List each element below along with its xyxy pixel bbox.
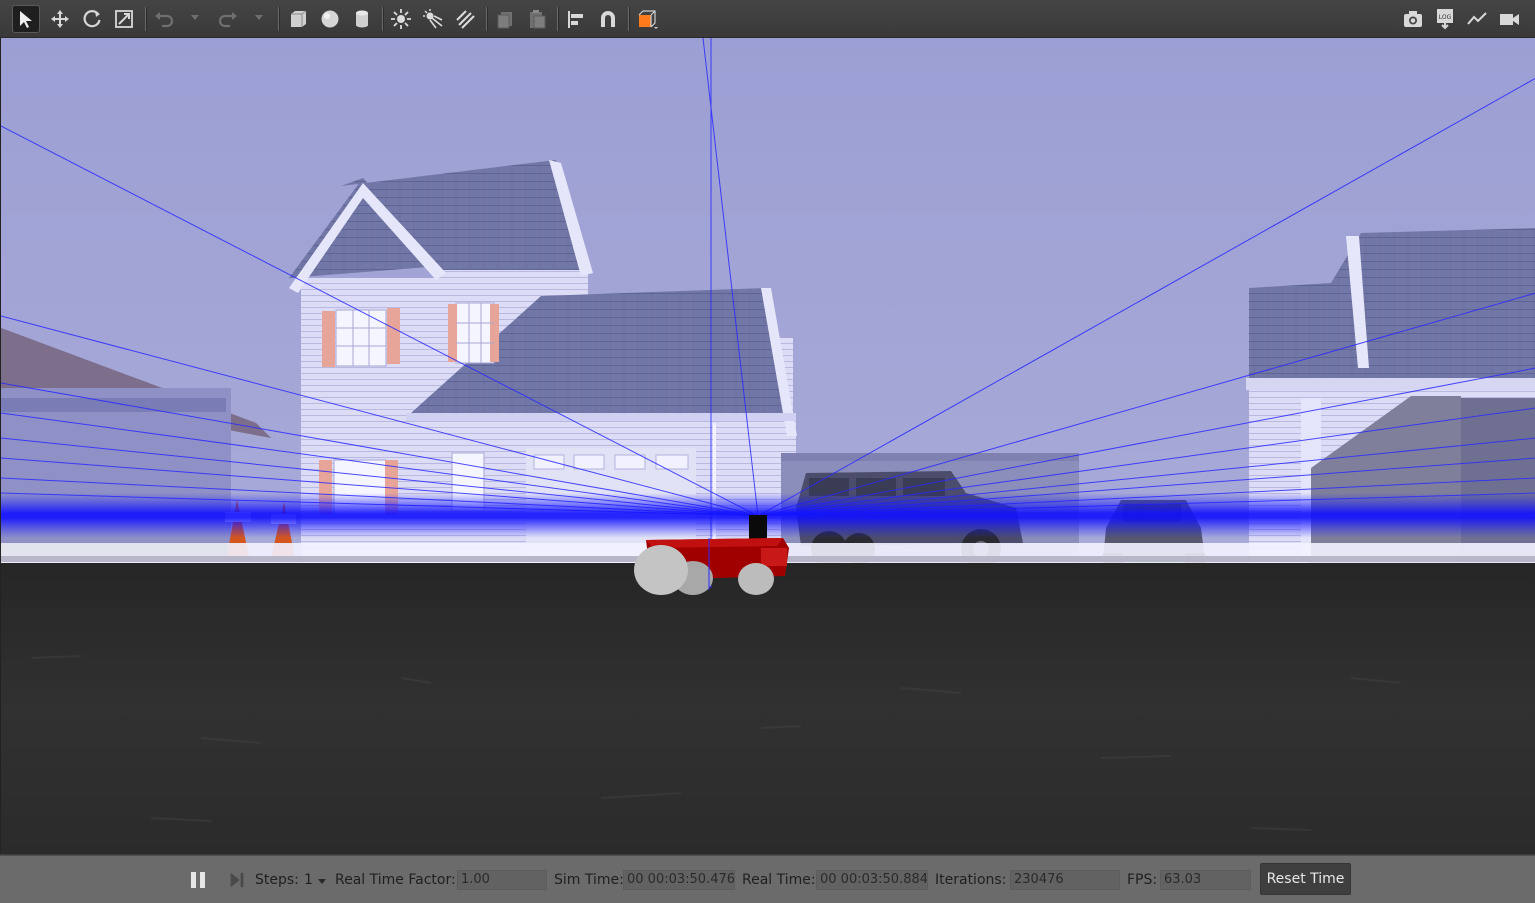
scale-icon <box>115 10 133 28</box>
sim-time-label: Sim Time: <box>554 871 624 888</box>
copy-button[interactable] <box>491 5 519 33</box>
orange-cube-icon <box>638 10 658 29</box>
translate-mode-button[interactable] <box>46 5 74 33</box>
sphere-icon <box>321 10 339 28</box>
box-shape-button[interactable] <box>284 5 312 33</box>
screenshot-button[interactable] <box>1399 5 1427 33</box>
toolbar-separator <box>486 7 488 31</box>
left-wheel <box>634 545 688 595</box>
real-time-value: 00 00:03:50.884 <box>816 870 928 890</box>
magnet-icon <box>601 11 615 27</box>
reset-time-button[interactable]: Reset Time <box>1260 863 1351 895</box>
record-video-button[interactable] <box>1495 5 1523 33</box>
sphere-shape-button[interactable] <box>316 5 344 33</box>
steps-value: 1 <box>304 871 313 888</box>
3d-viewport[interactable] <box>0 38 1535 854</box>
log-button[interactable]: LOG <box>1431 5 1459 33</box>
copy-icon <box>497 12 512 29</box>
redo-icon <box>218 12 237 28</box>
log-icon: LOG <box>1437 9 1453 30</box>
paste-button[interactable] <box>523 5 551 33</box>
toolbar-separator <box>145 7 147 31</box>
arrow-cursor-icon <box>20 11 32 28</box>
steps-label: Steps: <box>255 871 299 888</box>
iterations-value: 230476 <box>1010 870 1120 890</box>
point-light-button[interactable] <box>387 5 415 33</box>
scale-mode-button[interactable] <box>110 5 138 33</box>
iterations-label: Iterations: <box>935 871 1007 888</box>
spot-light-icon <box>423 9 443 29</box>
directional-light-icon <box>456 10 475 29</box>
rotate-mode-button[interactable] <box>78 5 106 33</box>
plot-icon <box>1467 12 1487 25</box>
chevron-down-icon <box>317 878 326 884</box>
svg-text:LOG: LOG <box>1439 14 1452 21</box>
pause-icon <box>191 871 205 888</box>
chevron-down-icon <box>255 15 263 20</box>
real-time-label: Real Time: <box>742 871 816 888</box>
point-light-icon <box>391 9 411 29</box>
align-icon <box>568 11 583 28</box>
directional-light-button[interactable] <box>451 5 479 33</box>
step-button[interactable] <box>228 856 248 903</box>
align-button[interactable] <box>562 5 590 33</box>
paste-icon <box>530 10 546 29</box>
video-camera-icon <box>1500 14 1519 25</box>
bottom-status-bar: Steps: 1 Real Time Factor: 1.00 Sim Time… <box>0 855 1535 903</box>
toolbar-separator <box>382 7 384 31</box>
lidar-sensor <box>749 515 767 540</box>
toolbar-separator <box>557 7 559 31</box>
fps-label: FPS: <box>1127 871 1158 888</box>
gazebo-scene[interactable] <box>1 38 1535 854</box>
plot-button[interactable] <box>1463 5 1491 33</box>
undo-button[interactable] <box>150 5 178 33</box>
step-forward-icon <box>230 872 244 887</box>
real-time-factor-value: 1.00 <box>457 870 547 890</box>
top-toolbar: LOG <box>0 0 1535 38</box>
rotate-icon <box>83 10 101 28</box>
steps-spinbox[interactable]: 1 <box>304 856 326 903</box>
spot-light-button[interactable] <box>419 5 447 33</box>
redo-button[interactable] <box>214 5 242 33</box>
redo-history-dropdown[interactable] <box>254 9 264 27</box>
undo-history-dropdown[interactable] <box>190 9 200 27</box>
real-time-factor-label: Real Time Factor: <box>335 871 456 888</box>
undo-icon <box>155 12 174 28</box>
toolbar-separator <box>278 7 280 31</box>
select-mode-button[interactable] <box>12 5 40 33</box>
camera-icon <box>1404 11 1422 27</box>
chevron-down-icon <box>191 15 199 20</box>
move-arrows-icon <box>51 10 69 28</box>
snap-button[interactable] <box>594 5 622 33</box>
pause-button[interactable] <box>188 856 210 903</box>
view-angle-button[interactable] <box>633 5 661 33</box>
cylinder-icon <box>356 10 368 28</box>
toolbar-separator <box>628 7 630 31</box>
cylinder-shape-button[interactable] <box>348 5 376 33</box>
laser-scan-band <box>1 493 1535 538</box>
box-icon <box>291 10 307 27</box>
right-wheel <box>738 563 774 595</box>
fps-value: 63.03 <box>1160 870 1251 890</box>
sim-time-value: 00 00:03:50.476 <box>623 870 735 890</box>
asphalt-ground <box>1 563 1535 854</box>
